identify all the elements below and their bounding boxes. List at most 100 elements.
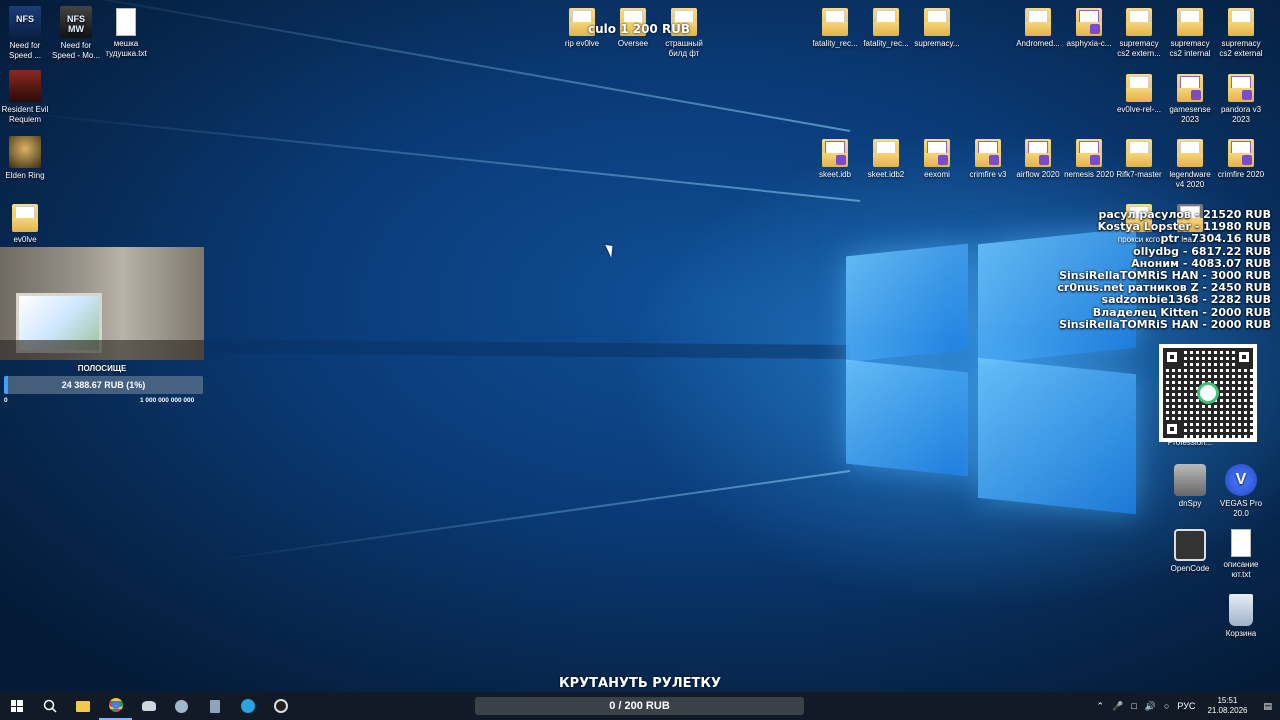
visual-studio-folder-icon <box>1228 74 1254 102</box>
taskbar-obs[interactable] <box>264 692 297 720</box>
document-icon <box>116 8 136 36</box>
icon-label: asphyxia-c... <box>1066 39 1112 48</box>
icon-label: eexomi <box>924 170 950 179</box>
donation-qr-code <box>1159 344 1257 442</box>
top-goal-label: culo 1 200 RUB <box>588 22 691 36</box>
taskbar-app-1[interactable] <box>132 692 165 720</box>
icon-label: crimfire v3 <box>969 170 1007 179</box>
icon-label: dnSpy <box>1178 499 1202 508</box>
need-for-speed-mw-icon[interactable]: NFS MW Need for Speed - Mo... <box>51 6 101 61</box>
folder-icon <box>1126 139 1152 167</box>
desktop-folder[interactable]: Andromed... <box>1013 8 1063 49</box>
taskbar-calculator[interactable] <box>198 692 231 720</box>
resident-evil-icon[interactable]: Resident Evil Requiem <box>0 70 50 125</box>
icon-label: описание ют.txt <box>1223 560 1259 579</box>
tray-app-icon[interactable]: ○ <box>1160 701 1173 711</box>
icon-label: airflow 2020 <box>1016 170 1060 179</box>
obs-icon <box>273 699 288 713</box>
chrome-icon <box>108 698 123 712</box>
opencode-icon[interactable]: OpenCode <box>1165 529 1215 574</box>
icon-label: rip ev0lve <box>564 39 600 48</box>
start-button[interactable] <box>0 692 33 720</box>
taskbar-explorer[interactable] <box>66 692 99 720</box>
desktop-folder[interactable]: supremacy cs2 external <box>1216 8 1266 59</box>
desktop-folder[interactable]: pandora v3 2023 <box>1216 74 1266 125</box>
visual-studio-folder-icon <box>1228 139 1254 167</box>
network-icon[interactable]: □ <box>1127 701 1140 711</box>
icon-label: supremacy... <box>914 39 960 48</box>
desktop-folder[interactable]: eexomi <box>912 139 962 180</box>
desktop-folder[interactable]: asphyxia-c... <box>1064 8 1114 49</box>
clock[interactable]: 15:51 21.08.2026 <box>1199 696 1255 716</box>
nfs-game-icon: NFS <box>9 6 41 38</box>
icon-label: Resident Evil Requiem <box>1 105 49 124</box>
app-icon <box>175 699 188 713</box>
folder-icon <box>1177 8 1203 36</box>
volume-icon[interactable]: 🔊 <box>1141 701 1160 712</box>
folder-icon <box>822 8 848 36</box>
desktop-folder[interactable]: skeet.idb <box>810 139 860 180</box>
desktop-folder[interactable]: crimfire 2020 <box>1216 139 1266 180</box>
desktop-folder[interactable]: supremacy cs2 internal <box>1165 8 1215 59</box>
folder-icon <box>1228 8 1254 36</box>
language-indicator[interactable]: РУС <box>1173 701 1199 711</box>
desktop-folder[interactable]: ev0lve-rel-... <box>1114 74 1164 115</box>
icon-label: fatality_rec... <box>863 39 909 48</box>
icon-label: gamesense 2023 <box>1169 105 1211 124</box>
visual-studio-folder-icon <box>822 139 848 167</box>
desktop-folder[interactable]: supremacy... <box>912 8 962 49</box>
roulette-progress: 0 / 200 RUB <box>475 697 804 715</box>
desktop-folder[interactable]: gamesense 2023 <box>1165 74 1215 125</box>
desktop-folder[interactable]: nemesis 2020 <box>1064 139 1114 180</box>
desktop-folder[interactable]: crimfire v3 <box>963 139 1013 180</box>
icon-label: Elden Ring <box>5 171 45 180</box>
system-tray: ⌃ 🎤 □ 🔊 ○ РУС 15:51 21.08.2026 ▤ <box>1093 692 1280 720</box>
visual-studio-folder-icon <box>1076 139 1102 167</box>
desktop-folder[interactable]: Rifk7-master <box>1114 139 1164 180</box>
vegas-pro-icon[interactable]: V VEGAS Pro 20.0 <box>1216 464 1266 519</box>
icon-label: legendware v4 2020 <box>1169 170 1211 189</box>
telegram-icon <box>240 699 255 713</box>
taskbar-telegram[interactable] <box>231 692 264 720</box>
dnspy-icon[interactable]: dnSpy <box>1165 464 1215 509</box>
clock-time: 15:51 <box>1217 696 1238 705</box>
recycle-bin-icon[interactable]: Корзина <box>1216 594 1266 639</box>
microphone-icon[interactable]: 🎤 <box>1108 701 1127 712</box>
folder-icon <box>873 139 899 167</box>
elden-ring-icon[interactable]: Elden Ring <box>0 136 50 181</box>
search-button[interactable] <box>33 692 66 720</box>
donation-row: sadzombie1368 - 2282 RUB <box>1101 293 1271 307</box>
opencode-app-icon <box>1174 529 1206 561</box>
icon-label: VEGAS Pro 20.0 <box>1219 499 1263 518</box>
icon-label: pandora v3 2023 <box>1220 105 1262 124</box>
desktop-folder[interactable]: fatality_rec... <box>810 8 860 49</box>
sber-logo-icon <box>1197 382 1219 404</box>
text-file-icon[interactable]: мешка тудушка.txt <box>101 8 151 59</box>
visual-studio-folder-icon <box>1025 139 1051 167</box>
desktop-folder[interactable]: fatality_rec... <box>861 8 911 49</box>
visual-studio-folder-icon <box>1076 8 1102 36</box>
taskbar-app-2[interactable] <box>165 692 198 720</box>
icon-label: Rifk7-master <box>1116 170 1162 179</box>
icon-label: skeet.idb <box>818 170 852 179</box>
desktop-folder[interactable]: airflow 2020 <box>1013 139 1063 180</box>
tray-chevron-up-icon[interactable]: ⌃ <box>1093 701 1109 712</box>
document-icon <box>1231 529 1251 557</box>
visual-studio-folder-icon <box>1177 74 1203 102</box>
progress-text: 24 388.67 RUB (1%) <box>61 380 146 390</box>
folder-icon <box>12 204 38 232</box>
icon-label: Корзина <box>1225 629 1257 638</box>
notifications-icon[interactable]: ▤ <box>1255 701 1280 712</box>
ev0lve-folder-icon[interactable]: ev0lve <box>0 204 50 245</box>
icon-label: OpenCode <box>1170 564 1210 573</box>
need-for-speed-icon[interactable]: NFS Need for Speed ... <box>0 6 50 61</box>
donation-row: ollydbg - 6817.22 RUB <box>1133 244 1271 258</box>
description-text-file-icon[interactable]: описание ют.txt <box>1216 529 1266 580</box>
desktop-folder[interactable]: legendware v4 2020 <box>1165 139 1215 190</box>
icon-label: Oversee <box>617 39 649 48</box>
taskbar-chrome[interactable] <box>99 692 132 720</box>
desktop-folder[interactable]: skeet.idb2 <box>861 139 911 180</box>
icon-label: supremacy cs2 internal <box>1169 39 1211 58</box>
desktop-folder[interactable]: supremacy cs2 extern... <box>1114 8 1164 59</box>
icon-label: ev0lve-rel-... <box>1116 105 1161 114</box>
